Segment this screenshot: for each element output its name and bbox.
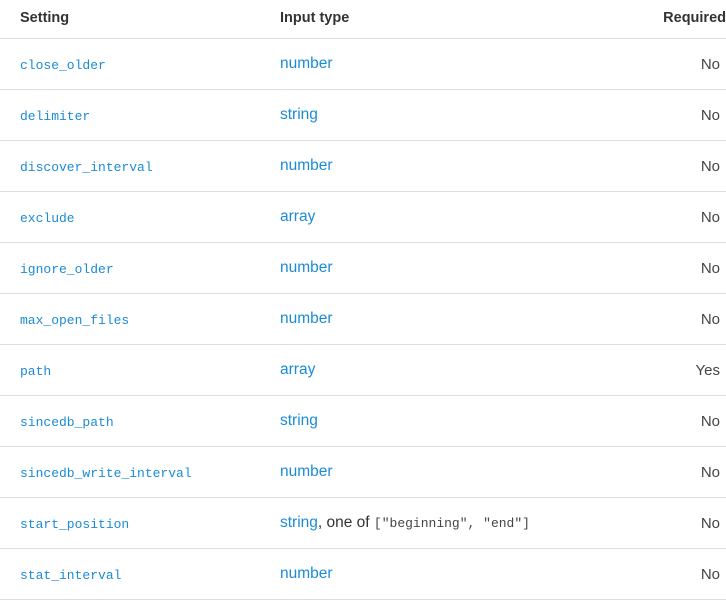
cell-required: No xyxy=(660,192,726,243)
type-link[interactable]: string xyxy=(280,412,318,429)
type-link[interactable]: string xyxy=(280,514,318,531)
setting-link[interactable]: sincedb_write_interval xyxy=(20,466,192,481)
setting-link[interactable]: delimiter xyxy=(20,109,90,124)
table-row: max_open_files number No xyxy=(0,294,726,345)
cell-required: No xyxy=(660,141,726,192)
cell-input-type: number xyxy=(280,549,660,600)
cell-setting: close_older xyxy=(0,39,280,90)
setting-link[interactable]: max_open_files xyxy=(20,313,129,328)
cell-input-type: number xyxy=(280,141,660,192)
table-row: ignore_older number No xyxy=(0,243,726,294)
cell-required: No xyxy=(660,294,726,345)
type-link[interactable]: number xyxy=(280,55,333,72)
header-required: Required xyxy=(660,0,726,39)
type-code: ["beginning", "end"] xyxy=(374,516,530,531)
table-row: exclude array No xyxy=(0,192,726,243)
cell-setting: max_open_files xyxy=(0,294,280,345)
cell-required: No xyxy=(660,498,726,549)
setting-link[interactable]: discover_interval xyxy=(20,160,153,175)
setting-link[interactable]: path xyxy=(20,364,51,379)
type-link[interactable]: number xyxy=(280,463,333,480)
table-row: stat_interval number No xyxy=(0,549,726,600)
cell-input-type: array xyxy=(280,192,660,243)
cell-input-type: string, one of ["beginning", "end"] xyxy=(280,498,660,549)
cell-input-type: number xyxy=(280,243,660,294)
settings-table: Setting Input type Required close_oldern… xyxy=(0,0,726,600)
type-extra-text: , one of xyxy=(318,514,374,531)
cell-input-type: number xyxy=(280,294,660,345)
table-row: discover_interval number No xyxy=(0,141,726,192)
type-link[interactable]: number xyxy=(280,310,333,327)
header-input-type: Input type xyxy=(280,0,660,39)
type-link[interactable]: array xyxy=(280,361,315,378)
cell-input-type: array xyxy=(280,345,660,396)
setting-link[interactable]: sincedb_path xyxy=(20,415,114,430)
table-row: start_position string, one of ["beginning… xyxy=(0,498,726,549)
cell-setting: exclude xyxy=(0,192,280,243)
table-header-row: Setting Input type Required xyxy=(0,0,726,39)
cell-setting: path xyxy=(0,345,280,396)
cell-input-type: string xyxy=(280,396,660,447)
cell-input-type: number xyxy=(280,447,660,498)
table-row: sincedb_path string No xyxy=(0,396,726,447)
cell-setting: discover_interval xyxy=(0,141,280,192)
table-row: close_older number No xyxy=(0,39,726,90)
cell-required: No xyxy=(660,90,726,141)
cell-setting: start_position xyxy=(0,498,280,549)
cell-required: No xyxy=(660,396,726,447)
cell-setting: delimiter xyxy=(0,90,280,141)
cell-input-type: string xyxy=(280,90,660,141)
header-setting: Setting xyxy=(0,0,280,39)
setting-link[interactable]: close_older xyxy=(20,58,106,73)
type-link[interactable]: number xyxy=(280,259,333,276)
type-link[interactable]: number xyxy=(280,565,333,582)
table-row: delimiter string No xyxy=(0,90,726,141)
setting-link[interactable]: stat_interval xyxy=(20,568,121,583)
setting-link[interactable]: start_position xyxy=(20,517,129,532)
cell-input-type: number xyxy=(280,39,660,90)
setting-link[interactable]: ignore_older xyxy=(20,262,114,277)
cell-setting: sincedb_write_interval xyxy=(0,447,280,498)
table-row: path array Yes xyxy=(0,345,726,396)
cell-required: Yes xyxy=(660,345,726,396)
type-link[interactable]: number xyxy=(280,157,333,174)
cell-required: No xyxy=(660,243,726,294)
cell-setting: sincedb_path xyxy=(0,396,280,447)
cell-required: No xyxy=(660,549,726,600)
setting-link[interactable]: exclude xyxy=(20,211,75,226)
cell-setting: ignore_older xyxy=(0,243,280,294)
cell-required: No xyxy=(660,39,726,90)
cell-setting: stat_interval xyxy=(0,549,280,600)
cell-required: No xyxy=(660,447,726,498)
table-row: sincedb_write_interval number No xyxy=(0,447,726,498)
type-link[interactable]: string xyxy=(280,106,318,123)
type-link[interactable]: array xyxy=(280,208,315,225)
